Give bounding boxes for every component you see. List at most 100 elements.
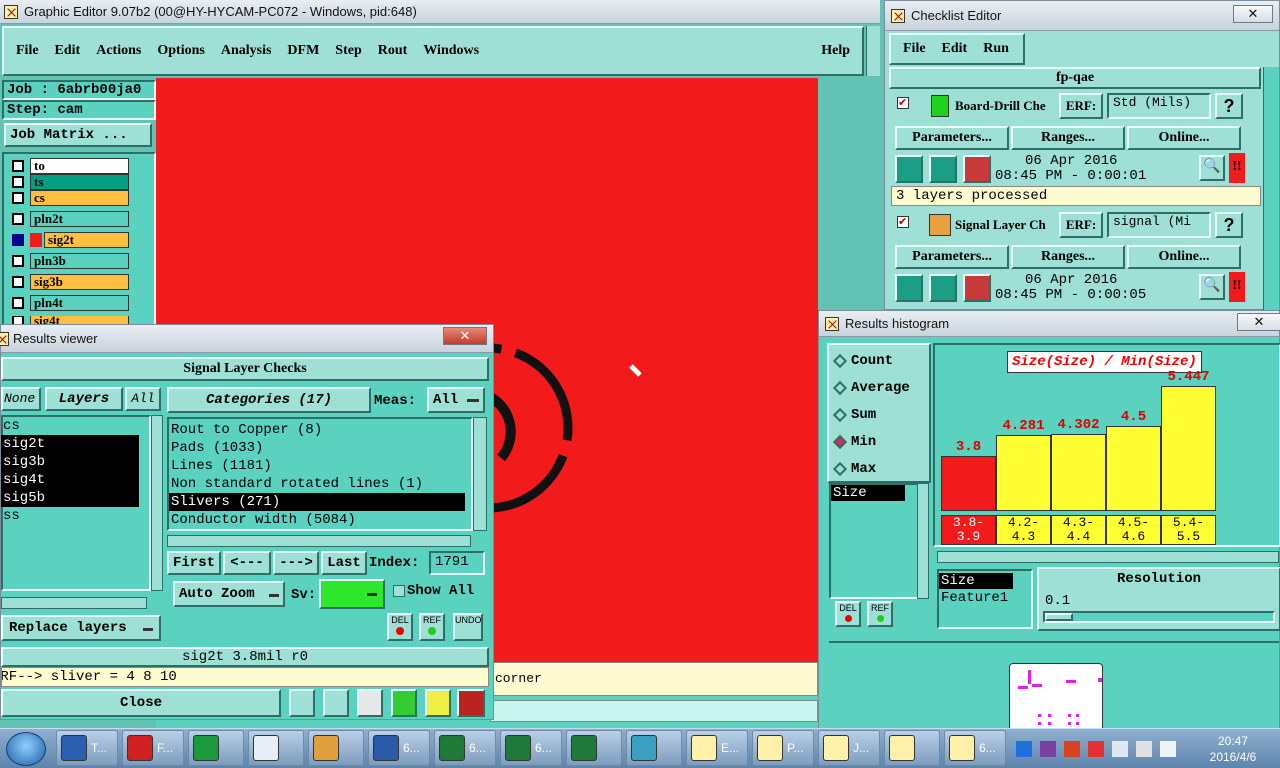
- checklist-menu-edit[interactable]: Edit: [942, 41, 968, 57]
- volume-icon[interactable]: [1160, 741, 1176, 757]
- ranges-button[interactable]: Ranges...: [1011, 245, 1125, 269]
- index-input[interactable]: 1791: [429, 551, 485, 575]
- taskbar-button[interactable]: [248, 730, 304, 766]
- menu-file[interactable]: File: [16, 43, 39, 59]
- next-button[interactable]: --->: [273, 551, 319, 575]
- layer-row-cs[interactable]: cs: [9, 190, 129, 206]
- radio-icon[interactable]: [832, 380, 848, 396]
- layer-row-pln2t[interactable]: pln2t: [9, 211, 129, 227]
- run-icon[interactable]: [895, 155, 923, 183]
- layer-checkbox[interactable]: [12, 276, 24, 288]
- categories-button[interactable]: Categories (17): [167, 387, 371, 413]
- layer-row-sig2t[interactable]: sig2t: [9, 232, 129, 248]
- layer-row-pln3b[interactable]: pln3b: [9, 253, 129, 269]
- histogram-bar[interactable]: [1161, 386, 1216, 511]
- chart-hscrollbar[interactable]: [937, 551, 1279, 563]
- attribute-scrollbar[interactable]: [917, 483, 929, 599]
- check-enabled-icon[interactable]: ✔: [897, 216, 909, 228]
- layer-checkbox[interactable]: [12, 213, 24, 225]
- slider-thumb[interactable]: [1045, 613, 1073, 621]
- erf-value[interactable]: signal (Mi: [1107, 212, 1211, 238]
- results-viewer-titlebar[interactable]: Results viewer ✕: [0, 325, 493, 353]
- layer-checkbox[interactable]: [12, 234, 24, 246]
- taskbar-button[interactable]: [308, 730, 364, 766]
- start-button[interactable]: [6, 732, 46, 766]
- first-button[interactable]: First: [167, 551, 221, 575]
- layer-list-scrollbar[interactable]: [151, 415, 163, 591]
- histogram-titlebar[interactable]: Results histogram ✕: [819, 311, 1280, 337]
- radio-icon[interactable]: [832, 353, 848, 369]
- taskbar-button[interactable]: E...: [686, 730, 748, 766]
- layer-checkbox[interactable]: [12, 160, 24, 172]
- category-list[interactable]: Rout to Copper (8) Pads (1033) Lines (11…: [167, 417, 473, 531]
- histogram-icon[interactable]: [457, 689, 485, 717]
- all-layers-button[interactable]: All: [125, 387, 161, 411]
- parameters-button[interactable]: Parameters...: [895, 245, 1009, 269]
- auto-zoom-dropdown[interactable]: Auto Zoom: [173, 581, 285, 607]
- layer-checkbox[interactable]: [12, 255, 24, 267]
- category-scrollbar[interactable]: [473, 417, 487, 531]
- menu-windows[interactable]: Windows: [423, 43, 479, 59]
- close-icon[interactable]: ✕: [1233, 5, 1273, 23]
- undo-button[interactable]: UNDO: [453, 613, 483, 641]
- check-board-drill[interactable]: ✔ Board-Drill Che ERF: Std (Mils) ?: [889, 91, 1261, 121]
- checklist-menu-file[interactable]: File: [903, 41, 926, 57]
- stat-option-sum[interactable]: Sum: [832, 407, 876, 423]
- results-layer-list[interactable]: cs sig2t sig3b sig4t sig5b ss: [1, 415, 151, 591]
- none-button[interactable]: None: [1, 387, 41, 411]
- menu-options[interactable]: Options: [157, 43, 204, 59]
- menu-dfm[interactable]: DFM: [287, 43, 319, 59]
- stat-option-count[interactable]: Count: [832, 353, 893, 369]
- online-button[interactable]: Online...: [1127, 245, 1241, 269]
- layer-row-pln4t[interactable]: pln4t: [9, 295, 129, 311]
- resolution-slider[interactable]: [1043, 611, 1275, 623]
- ranges-button[interactable]: Ranges...: [1011, 126, 1125, 150]
- tray-icon-1[interactable]: [1016, 741, 1032, 757]
- tray-icon-3[interactable]: [1064, 741, 1080, 757]
- step-icon[interactable]: [391, 689, 417, 717]
- erf-value[interactable]: Std (Mils): [1107, 93, 1211, 119]
- menu-rout[interactable]: Rout: [378, 43, 408, 59]
- menu-step[interactable]: Step: [335, 43, 361, 59]
- radio-icon[interactable]: [832, 407, 848, 423]
- check-help-button[interactable]: ?: [1215, 212, 1243, 238]
- close-icon[interactable]: ✕: [1237, 313, 1280, 331]
- check-help-button[interactable]: ?: [1215, 93, 1243, 119]
- close-button[interactable]: Close: [1, 689, 281, 717]
- checklist-menu-run[interactable]: Run: [983, 41, 1009, 57]
- histogram-bar[interactable]: [996, 435, 1051, 511]
- tray-icon-2[interactable]: [1040, 741, 1056, 757]
- taskbar-button[interactable]: 6...: [434, 730, 496, 766]
- run-icon[interactable]: [895, 274, 923, 302]
- taskbar-button[interactable]: 6...: [500, 730, 562, 766]
- radio-icon[interactable]: [832, 461, 848, 477]
- taskbar-button[interactable]: J...: [818, 730, 880, 766]
- layers-button[interactable]: Layers: [45, 387, 123, 411]
- taskbar-button[interactable]: [884, 730, 940, 766]
- list-item[interactable]: sig2t: [1, 435, 139, 453]
- stop-run-icon[interactable]: [963, 155, 991, 183]
- layer-checkbox[interactable]: [12, 176, 24, 188]
- taskbar-button[interactable]: 6...: [368, 730, 430, 766]
- menu-actions[interactable]: Actions: [96, 43, 141, 59]
- tray-icon-4[interactable]: [1088, 741, 1104, 757]
- sv-color-dropdown[interactable]: [319, 579, 385, 609]
- list-item[interactable]: Conductor width (5084): [169, 511, 471, 529]
- list-item[interactable]: Slivers (271): [169, 493, 465, 511]
- stat-option-min[interactable]: Min: [832, 434, 876, 450]
- erf-button[interactable]: ERF:: [1059, 212, 1103, 238]
- hist-ref-button[interactable]: REF: [867, 601, 893, 627]
- histogram-bar[interactable]: [941, 456, 996, 511]
- measure-icon[interactable]: [289, 689, 315, 717]
- list-item[interactable]: sig5b: [1, 489, 139, 507]
- layer-checkbox[interactable]: [12, 297, 24, 309]
- checklist-titlebar[interactable]: Checklist Editor ✕: [885, 1, 1279, 31]
- list-item[interactable]: Size: [831, 485, 905, 501]
- show-all-checkbox[interactable]: [393, 585, 405, 597]
- layer-row-sig3b[interactable]: sig3b: [9, 274, 129, 290]
- report-icon[interactable]: [425, 689, 451, 717]
- clock[interactable]: 20:47 2016/4/6: [1198, 733, 1268, 765]
- parameters-button[interactable]: Parameters...: [895, 126, 1009, 150]
- taskbar-button[interactable]: F...: [122, 730, 184, 766]
- last-button[interactable]: Last: [321, 551, 367, 575]
